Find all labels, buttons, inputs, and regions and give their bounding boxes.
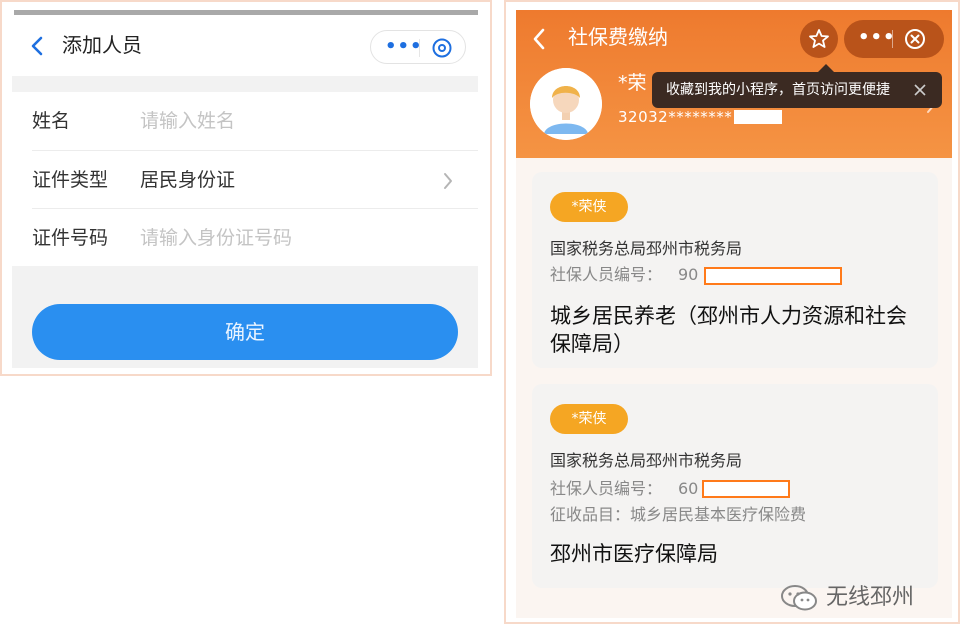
id-type-row[interactable]: 证件类型 居民身份证 — [12, 151, 478, 209]
mini-program-capsule: ••• — [370, 30, 466, 64]
id-type-label: 证件类型 — [32, 169, 109, 191]
id-number-label: 证件号码 — [32, 227, 109, 249]
insurance-item: 邳州市医疗保障局 — [550, 542, 718, 566]
wechat-icon — [781, 585, 817, 611]
name-input[interactable]: 请输入姓名 — [140, 106, 235, 136]
tooltip-arrow — [818, 64, 834, 72]
redaction-box — [734, 110, 782, 124]
levy-item: 征收品目：城乡居民基本医疗保险费 — [550, 505, 807, 524]
avatar — [530, 68, 602, 140]
status-bar — [14, 10, 478, 15]
nav-bar: 添加人员 ••• — [12, 16, 478, 76]
person-tag: *荣侠 — [550, 404, 628, 434]
favorite-button[interactable] — [800, 20, 838, 58]
id-type-select[interactable]: 居民身份证 — [140, 165, 235, 195]
member-number-label: 社保人员编号： — [550, 479, 663, 498]
close-circle-icon[interactable] — [904, 28, 926, 50]
member-number-value: 60 — [678, 479, 699, 498]
confirm-button[interactable]: 确定 — [32, 304, 458, 360]
favorite-tooltip: 收藏到我的小程序，首页访问更便捷 — [652, 64, 942, 108]
id-number-input[interactable]: 请输入身份证号码 — [140, 223, 292, 253]
section-gap — [12, 76, 478, 92]
more-icon[interactable]: ••• — [858, 28, 896, 48]
payment-card[interactable]: *荣侠 国家税务总局邳州市税务局 社保人员编号： 60 征收品目：城乡居民基本医… — [532, 384, 938, 588]
insurance-item: 城乡居民养老（邳州市人力资源和社会保障局） — [550, 304, 907, 356]
payment-card[interactable]: *荣侠 国家税务总局邳州市税务局 社保人员编号： 90 城乡居民养老（邳州市人力… — [532, 172, 938, 368]
close-icon[interactable] — [914, 84, 926, 96]
close-circle-icon[interactable] — [431, 37, 453, 59]
user-name: *荣 — [618, 72, 647, 94]
back-arrow-icon[interactable] — [532, 26, 546, 52]
redaction-box — [704, 267, 842, 285]
tax-office: 国家税务总局邳州市税务局 — [550, 451, 743, 470]
social-insurance-screen: 社保费缴纳 ••• *荣 32032******** 收藏到我的小程序，首页访问… — [504, 0, 960, 624]
member-number-label: 社保人员编号： — [550, 265, 663, 284]
page-title: 社保费缴纳 — [568, 25, 668, 49]
star-icon — [809, 29, 829, 48]
more-icon[interactable]: ••• — [385, 38, 423, 56]
tooltip-text: 收藏到我的小程序，首页访问更便捷 — [666, 82, 890, 98]
capsule-divider — [419, 39, 420, 57]
add-person-screen: 添加人员 ••• 姓名 请输入姓名 证件类型 居民身份证 证件号码 请输入身份证… — [0, 0, 492, 376]
back-arrow-icon[interactable] — [30, 32, 44, 60]
person-tag: *荣侠 — [550, 192, 628, 222]
tax-office: 国家税务总局邳州市税务局 — [550, 239, 743, 258]
redaction-box — [702, 480, 790, 498]
page-title: 添加人员 — [62, 33, 142, 57]
name-row[interactable]: 姓名 请输入姓名 — [12, 92, 478, 150]
user-id: 32032******** — [618, 108, 733, 126]
user-avatar-icon — [530, 68, 602, 140]
name-label: 姓名 — [32, 110, 71, 132]
member-number-value: 90 — [678, 265, 699, 284]
mini-program-capsule: ••• — [844, 20, 944, 58]
capsule-divider — [892, 30, 893, 48]
watermark-text: 无线邳州 — [826, 585, 915, 610]
id-number-row[interactable]: 证件号码 请输入身份证号码 — [12, 209, 478, 267]
chevron-right-icon — [444, 173, 452, 189]
